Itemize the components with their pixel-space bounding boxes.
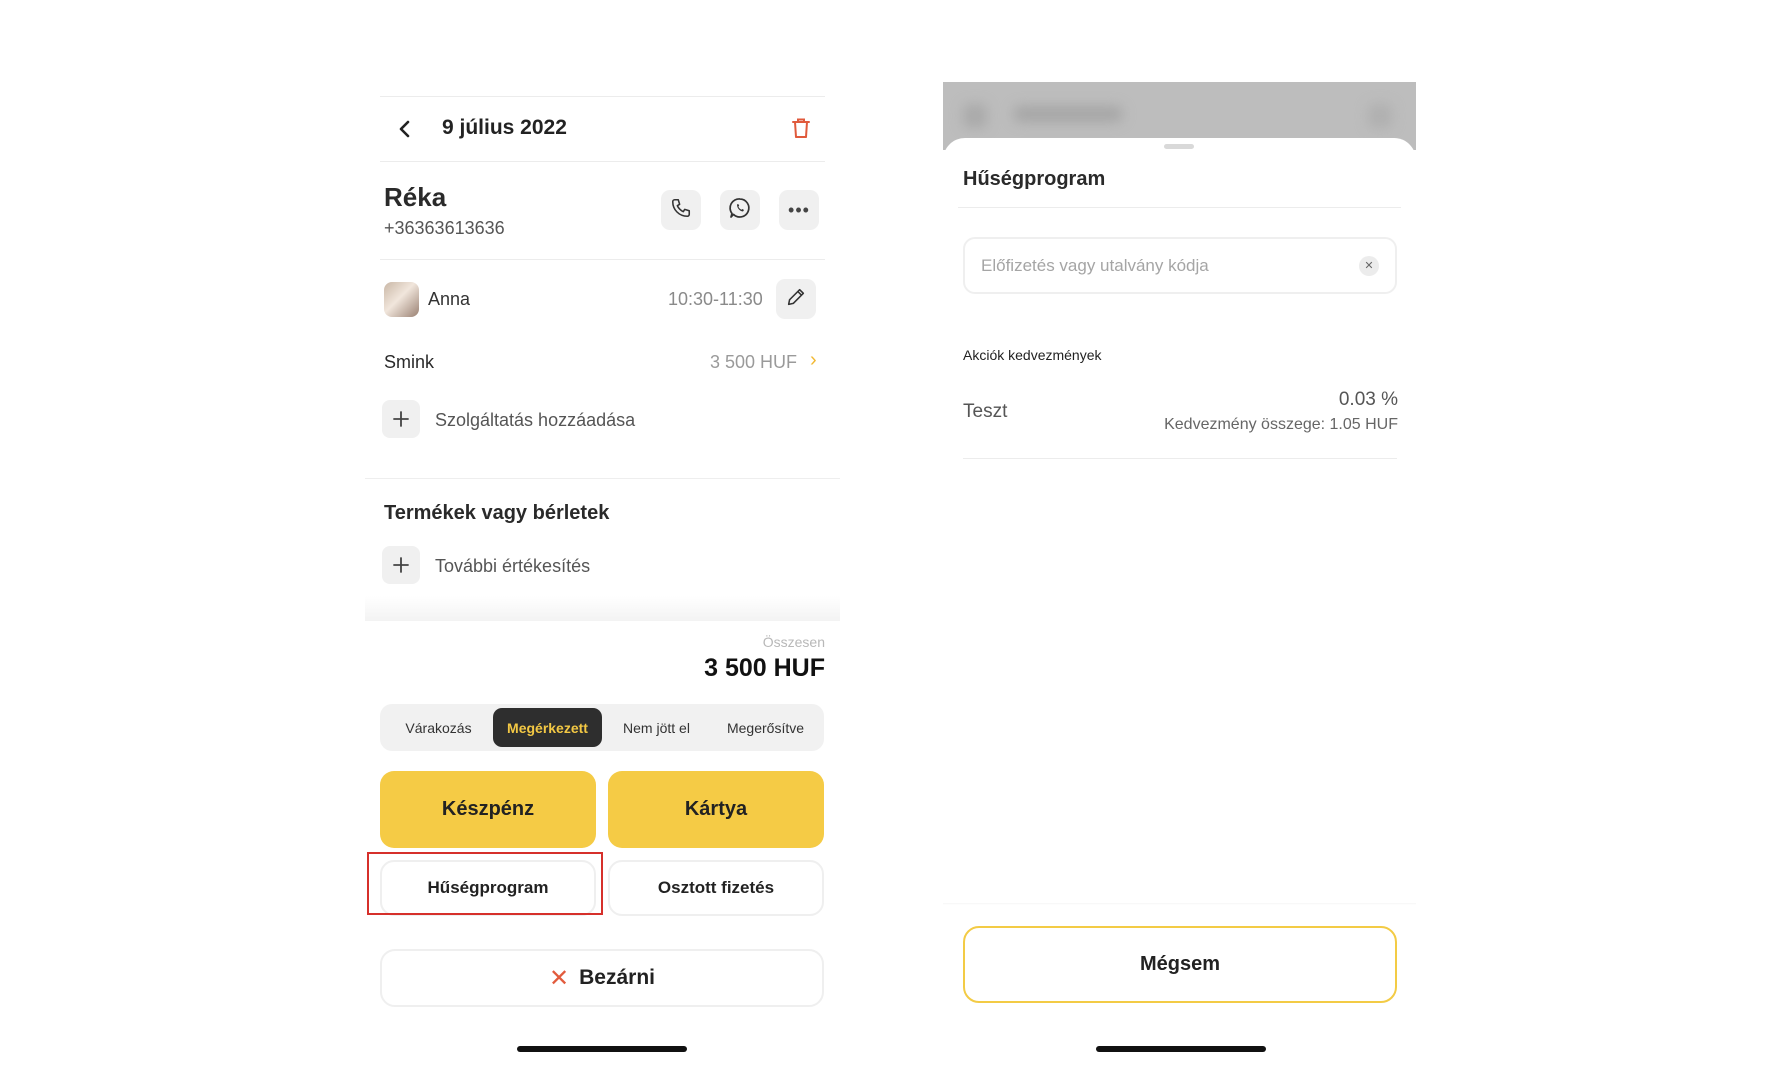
status-tab-waiting[interactable]: Várakozás — [384, 708, 493, 747]
whatsapp-icon — [728, 196, 752, 225]
phone-icon — [670, 197, 692, 224]
status-segmented-control: Várakozás Megérkezett Nem jött el Megerő… — [380, 704, 824, 751]
promo-divider — [963, 458, 1397, 459]
edit-button[interactable] — [776, 279, 816, 319]
back-arrow-icon[interactable] — [393, 114, 417, 144]
trash-icon[interactable] — [790, 116, 814, 142]
cash-button[interactable]: Készpénz — [380, 771, 596, 848]
promo-name[interactable]: Teszt — [963, 401, 1007, 423]
header-divider — [380, 161, 825, 162]
service-price[interactable]: 3 500 HUF — [710, 352, 797, 373]
products-section-title: Termékek vagy bérletek — [384, 502, 610, 524]
clear-icon[interactable]: ✕ — [1359, 255, 1379, 276]
sheet-grabber[interactable] — [1164, 144, 1194, 149]
voucher-code-input[interactable] — [981, 255, 1359, 276]
total-value: 3 500 HUF — [704, 654, 825, 682]
whatsapp-button[interactable] — [720, 190, 760, 230]
promo-percent: 0.03 % — [1338, 389, 1398, 410]
pencil-icon — [785, 286, 807, 313]
scroll-fade — [365, 596, 840, 621]
loyalty-sheet-screen: Hűségprogram ✕ Akciók kedvezmények Teszt… — [943, 0, 1416, 1080]
close-icon: ✕ — [549, 964, 570, 992]
home-indicator — [1096, 1046, 1266, 1052]
appointment-screen: 9 július 2022 Réka +36363613636 ••• Anna… — [365, 0, 840, 1080]
top-divider — [380, 96, 825, 97]
service-name[interactable]: Smink — [384, 352, 434, 373]
chevron-right-icon[interactable]: › — [810, 349, 817, 372]
call-button[interactable] — [661, 190, 701, 230]
client-phone: +36363613636 — [384, 218, 505, 238]
home-indicator — [517, 1046, 687, 1052]
avatar — [384, 282, 419, 317]
split-payment-button[interactable]: Osztott fizetés — [608, 860, 824, 916]
promo-discount-amount: Kedvezmény összege: 1.05 HUF — [1164, 416, 1398, 433]
status-tab-confirmed[interactable]: Megerősítve — [711, 708, 820, 747]
client-divider — [380, 259, 825, 260]
status-tab-no-show[interactable]: Nem jött el — [602, 708, 711, 747]
promotions-heading: Akciók kedvezmények — [963, 347, 1102, 363]
appointment-time: 10:30-11:30 — [668, 289, 763, 309]
add-product-button[interactable]: További értékesítés — [435, 556, 590, 577]
staff-name: Anna — [428, 289, 471, 309]
more-dots-icon: ••• — [788, 200, 810, 220]
card-button[interactable]: Kártya — [608, 771, 824, 848]
client-name: Réka — [384, 182, 447, 212]
add-product-plus-icon[interactable] — [382, 546, 420, 584]
cancel-button[interactable]: Mégsem — [963, 926, 1397, 1003]
sheet-title: Hűségprogram — [963, 168, 1106, 190]
voucher-code-field[interactable]: ✕ — [963, 237, 1397, 294]
add-service-button[interactable]: Szolgáltatás hozzáadása — [435, 410, 635, 431]
close-label: Bezárni — [579, 966, 655, 989]
section-divider — [365, 478, 840, 479]
close-button[interactable]: ✕ Bezárni — [380, 949, 824, 1007]
add-service-plus-icon[interactable] — [382, 400, 420, 438]
status-tab-arrived[interactable]: Megérkezett — [493, 708, 602, 747]
footer-divider — [943, 903, 1416, 905]
highlight-box — [367, 852, 603, 915]
page-title: 9 július 2022 — [442, 116, 567, 139]
title-divider — [958, 207, 1401, 208]
total-label: Összesen — [762, 634, 825, 650]
more-button[interactable]: ••• — [779, 190, 819, 230]
